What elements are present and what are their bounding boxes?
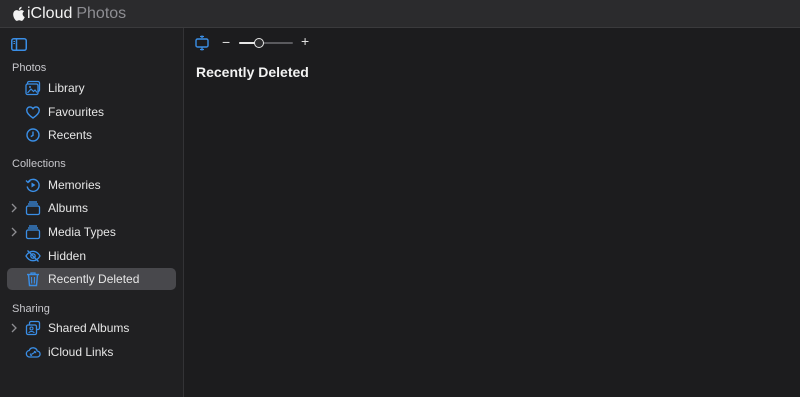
top-bar: iCloud Photos [0, 0, 800, 28]
album-icon [25, 201, 41, 216]
trash-icon [27, 272, 39, 287]
sidebar-item-label: Recently Deleted [48, 272, 140, 286]
zoom-in-button[interactable]: + [301, 33, 309, 49]
aspect-fit-icon[interactable] [195, 35, 209, 51]
brand-photos: Photos [76, 4, 127, 22]
section-title-sharing: Sharing [12, 303, 50, 315]
sidebar-item-label: Library [48, 81, 85, 95]
sidebar-item-label: iCloud Links [48, 345, 114, 359]
sidebar-item-media-types[interactable]: Media Types [7, 221, 176, 243]
library-icon [25, 80, 41, 96]
chevron-right-icon[interactable] [10, 226, 18, 238]
sidebar-item-shared-albums[interactable]: Shared Albums [7, 317, 176, 339]
section-title-photos: Photos [12, 62, 47, 74]
chevron-right-icon[interactable] [10, 202, 18, 214]
sidebar-item-recents[interactable]: Recents [7, 124, 176, 146]
cloud-link-icon [25, 347, 41, 358]
sidebar-item-library[interactable]: Library [7, 77, 176, 99]
zoom-out-button[interactable]: − [222, 34, 230, 50]
sidebar-item-label: Favourites [48, 105, 105, 119]
sidebar-item-memories[interactable]: Memories [7, 174, 176, 196]
sidebar-item-recently-deleted[interactable]: Recently Deleted [7, 268, 176, 290]
zoom-slider-thumb[interactable] [254, 38, 264, 48]
main-content: − + Recently Deleted [185, 28, 800, 397]
sidebar-item-favourites[interactable]: Favourites [7, 101, 176, 123]
sidebar-item-label: Shared Albums [48, 321, 130, 335]
clock-icon [26, 128, 40, 142]
shared-albums-icon [25, 320, 41, 336]
sidebar-item-label: Hidden [48, 249, 87, 263]
memories-icon [25, 178, 40, 193]
section-title-collections: Collections [12, 158, 66, 170]
zoom-slider[interactable] [239, 36, 293, 50]
chevron-right-icon[interactable] [10, 322, 18, 334]
app-brand[interactable]: iCloud Photos [12, 4, 127, 22]
sidebar-item-label: Memories [48, 178, 101, 192]
media-types-icon [25, 225, 41, 240]
sidebar-item-label: Albums [48, 201, 89, 215]
toolbar: − + [185, 28, 800, 58]
sidebar-item-label: Media Types [48, 225, 116, 239]
sidebar-item-hidden[interactable]: Hidden [7, 245, 176, 267]
page-title: Recently Deleted [196, 64, 309, 80]
brand-icloud: iCloud [27, 4, 73, 22]
sidebar-item-label: Recents [48, 128, 93, 142]
sidebar-item-icloud-links[interactable]: iCloud Links [7, 341, 176, 363]
eye-slash-icon [25, 250, 41, 262]
sidebar-toggle-icon[interactable] [11, 38, 27, 51]
apple-logo-icon [13, 6, 25, 21]
heart-icon [26, 106, 40, 119]
sidebar-item-albums[interactable]: Albums [7, 197, 176, 219]
sidebar: Photos Library Favourites Recents Collec… [0, 28, 184, 397]
